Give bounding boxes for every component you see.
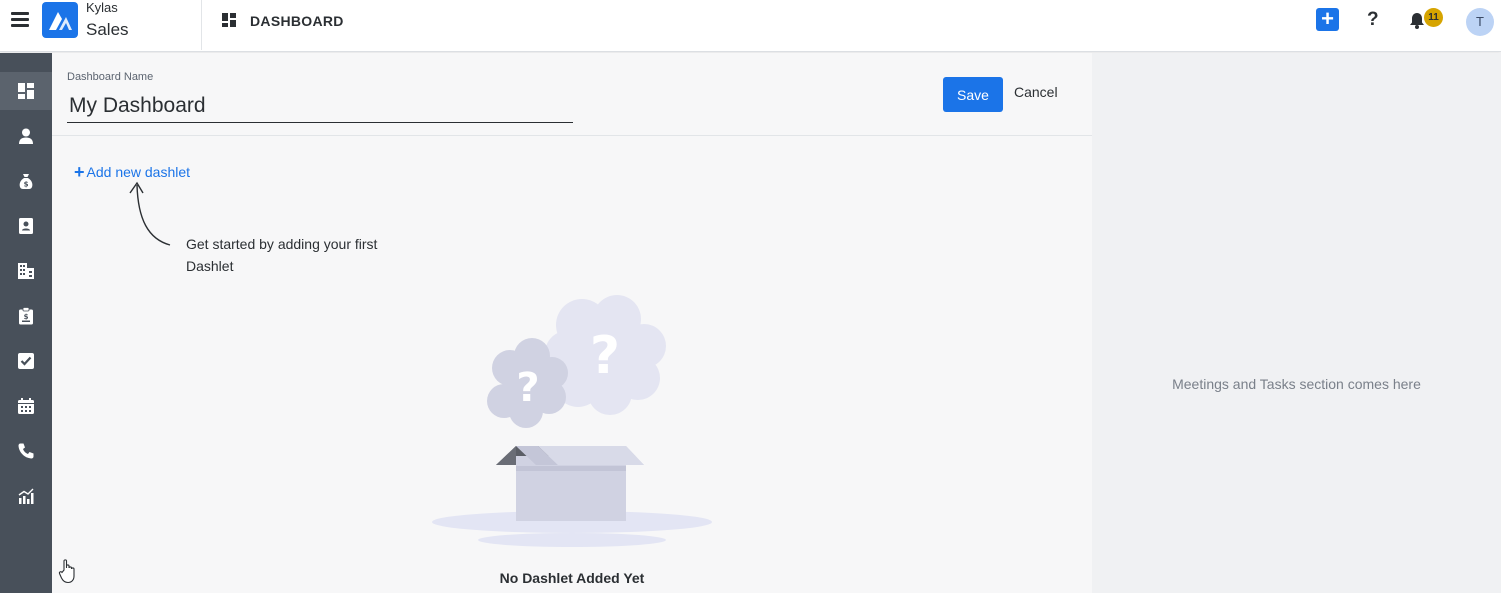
checkbox-icon	[18, 353, 34, 369]
sidebar-item-contacts[interactable]	[0, 207, 52, 245]
meetings-tasks-placeholder: Meetings and Tasks section comes here	[1172, 376, 1421, 392]
building-icon	[18, 263, 34, 279]
kylas-logo[interactable]	[42, 2, 78, 38]
report-chart-icon	[18, 488, 34, 504]
svg-text:?: ?	[590, 326, 620, 386]
notification-count-badge: 11	[1424, 8, 1443, 27]
page-breadcrumb: DASHBOARD	[250, 13, 344, 29]
dashboard-header: Dashboard Name Save Cancel	[52, 53, 1092, 136]
brand-product: Sales	[86, 20, 129, 39]
dashboard-name-input[interactable]	[67, 89, 573, 123]
sidebar-item-dashboard[interactable]	[0, 72, 52, 110]
hamburger-menu-icon[interactable]	[11, 12, 29, 28]
user-avatar[interactable]: T	[1466, 8, 1494, 36]
svg-text:$: $	[24, 313, 29, 321]
clipboard-icon: $	[19, 307, 33, 325]
sidebar-item-companies[interactable]	[0, 252, 52, 290]
dashboard-icon	[18, 83, 34, 99]
meetings-tasks-panel: Meetings and Tasks section comes here	[1092, 53, 1501, 593]
user-icon	[19, 128, 33, 144]
sidebar-item-tasks[interactable]	[0, 342, 52, 380]
cancel-button[interactable]: Cancel	[1014, 84, 1058, 100]
svg-text:$: $	[24, 181, 29, 189]
hand-cursor-icon	[58, 559, 75, 584]
sidebar-item-users[interactable]	[0, 117, 52, 155]
dashboard-editor: Dashboard Name Save Cancel +Add new dash…	[52, 53, 1092, 593]
add-new-dashlet-label: Add new dashlet	[86, 164, 191, 180]
sidebar-item-calendar[interactable]	[0, 387, 52, 425]
header-divider	[201, 0, 202, 50]
brand-name: Kylas	[86, 0, 118, 15]
sidebar: $ $	[0, 53, 52, 593]
calendar-icon	[18, 398, 34, 414]
money-bag-icon: $	[19, 174, 33, 189]
contact-card-icon	[19, 218, 33, 234]
top-bar: Kylas Sales DASHBOARD + ? 11 T	[0, 0, 1501, 52]
help-icon[interactable]: ?	[1367, 9, 1379, 31]
sidebar-item-calls[interactable]	[0, 432, 52, 470]
curved-arrow-icon	[129, 181, 171, 246]
dashboard-name-label: Dashboard Name	[67, 71, 154, 83]
phone-icon	[18, 443, 34, 459]
save-button[interactable]: Save	[943, 77, 1003, 112]
notification-bell-icon[interactable]	[1409, 12, 1425, 29]
empty-state-message: No Dashlet Added Yet	[499, 570, 645, 586]
getting-started-hint: Get started by adding your first Dashlet	[186, 236, 378, 274]
sidebar-item-reports[interactable]	[0, 477, 52, 515]
dashboard-grid-icon	[222, 13, 236, 27]
quick-add-button[interactable]: +	[1316, 8, 1339, 31]
sidebar-item-deals[interactable]: $	[0, 162, 52, 200]
plus-icon: +	[74, 162, 85, 182]
empty-box-illustration: ? ?	[432, 295, 712, 547]
svg-text:?: ?	[516, 365, 539, 411]
sidebar-item-quotations[interactable]: $	[0, 297, 52, 335]
